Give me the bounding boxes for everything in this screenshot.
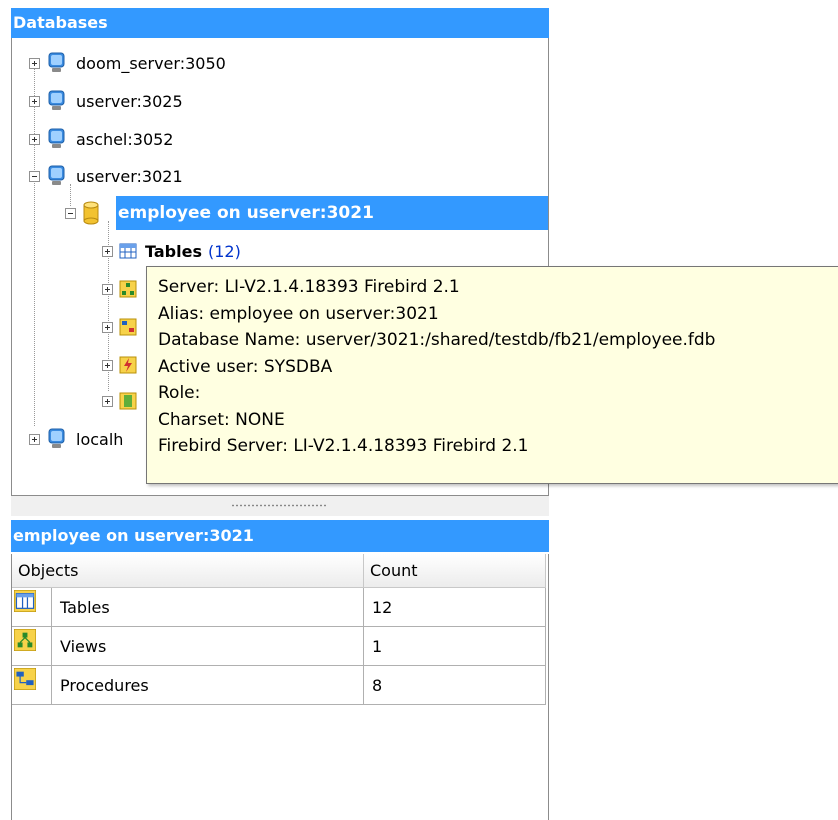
expand-icon[interactable] <box>102 283 113 295</box>
server-icon <box>48 165 65 185</box>
server-label: userver:3021 <box>76 166 183 186</box>
row-icon-cell <box>12 627 52 666</box>
server-label: userver:3025 <box>76 91 183 111</box>
expand-icon[interactable] <box>102 245 113 257</box>
tree-node-server[interactable]: aschel:3052 <box>29 126 173 152</box>
tree-node-procedures[interactable] <box>102 314 137 340</box>
database-label: employee on userver:3021 <box>118 203 374 223</box>
server-label: doom_server:3050 <box>76 53 226 73</box>
tooltip-line-server: Server: LI-V2.1.4.18393 Firebird 2.1 <box>158 277 460 297</box>
pane-splitter[interactable] <box>11 496 549 516</box>
table-icon <box>14 590 36 612</box>
tree-node-server[interactable]: userver:3021 <box>29 163 183 189</box>
object-summary-header: employee on userver:3021 <box>11 520 549 552</box>
expand-icon[interactable] <box>29 433 40 445</box>
row-icon-cell <box>12 588 52 627</box>
object-count-cell: 12 <box>364 588 546 627</box>
table-row[interactable]: Views 1 <box>12 627 546 666</box>
procedure-icon <box>14 668 36 690</box>
collapse-icon[interactable] <box>29 170 40 182</box>
databases-title: Databases <box>13 13 108 32</box>
table-row[interactable]: Tables 12 <box>12 588 546 627</box>
object-count-cell: 1 <box>364 627 546 666</box>
procedure-icon <box>119 318 137 336</box>
object-name-cell: Views <box>52 627 364 666</box>
row-icon-cell <box>12 666 52 705</box>
tooltip-line-database-name: Database Name: userver/3021:/shared/test… <box>158 330 716 350</box>
generator-icon <box>119 392 137 410</box>
tree-node-server[interactable]: userver:3025 <box>29 88 183 114</box>
object-name-cell: Procedures <box>52 666 364 705</box>
tooltip-line-firebird-server: Firebird Server: LI-V2.1.4.18393 Firebir… <box>158 436 529 456</box>
database-icon <box>83 201 99 225</box>
table-row[interactable]: Procedures 8 <box>12 666 546 705</box>
tooltip-line-charset: Charset: NONE <box>158 409 285 430</box>
tooltip-line-active-user: Active user: SYSDBA <box>158 356 333 377</box>
tree-node-views[interactable] <box>102 276 137 302</box>
server-label: aschel:3052 <box>76 129 174 149</box>
column-header-objects[interactable]: Objects <box>12 554 364 588</box>
trigger-icon <box>119 356 137 374</box>
expand-icon[interactable] <box>102 395 113 407</box>
server-icon <box>48 128 65 148</box>
tree-node-triggers[interactable] <box>102 352 137 378</box>
column-header-count[interactable]: Count <box>364 554 546 588</box>
tables-count: (12) <box>207 241 241 261</box>
view-icon <box>14 629 36 651</box>
tree-node-tables[interactable]: Tables (12) <box>102 238 241 264</box>
column-header-label: Objects <box>18 561 79 580</box>
object-summary-grid[interactable]: Objects Count Tables 12 Views 1 Procedur… <box>11 554 549 820</box>
expand-icon[interactable] <box>29 57 40 69</box>
server-label: localh <box>76 429 124 449</box>
collapse-icon[interactable] <box>65 207 76 219</box>
server-icon <box>48 90 65 110</box>
tables-label: Tables <box>145 241 202 261</box>
expand-icon[interactable] <box>29 133 40 145</box>
databases-panel-header: Databases <box>11 8 549 38</box>
splitter-grip <box>231 504 327 507</box>
expand-icon[interactable] <box>102 321 113 333</box>
tree-connector <box>34 64 35 426</box>
tooltip-line-role: Role: <box>158 383 201 403</box>
database-info-tooltip: Server: LI-V2.1.4.18393 Firebird 2.1 Ali… <box>146 266 838 484</box>
tree-node-server[interactable]: localh <box>29 426 123 452</box>
tree-node-generators[interactable] <box>102 388 137 414</box>
server-icon <box>48 428 65 448</box>
object-count-cell: 8 <box>364 666 546 705</box>
object-name-cell: Tables <box>52 588 364 627</box>
view-icon <box>119 280 137 298</box>
tooltip-line-alias: Alias: employee on userver:3021 <box>158 303 439 324</box>
tree-node-server[interactable]: doom_server:3050 <box>29 50 226 76</box>
object-summary-title: employee on userver:3021 <box>13 526 254 545</box>
expand-icon[interactable] <box>29 95 40 107</box>
tree-node-database[interactable]: employee on userver:3021 <box>65 200 374 226</box>
server-icon <box>48 52 65 72</box>
table-icon <box>119 243 137 259</box>
expand-icon[interactable] <box>102 359 113 371</box>
column-header-label: Count <box>370 561 418 580</box>
